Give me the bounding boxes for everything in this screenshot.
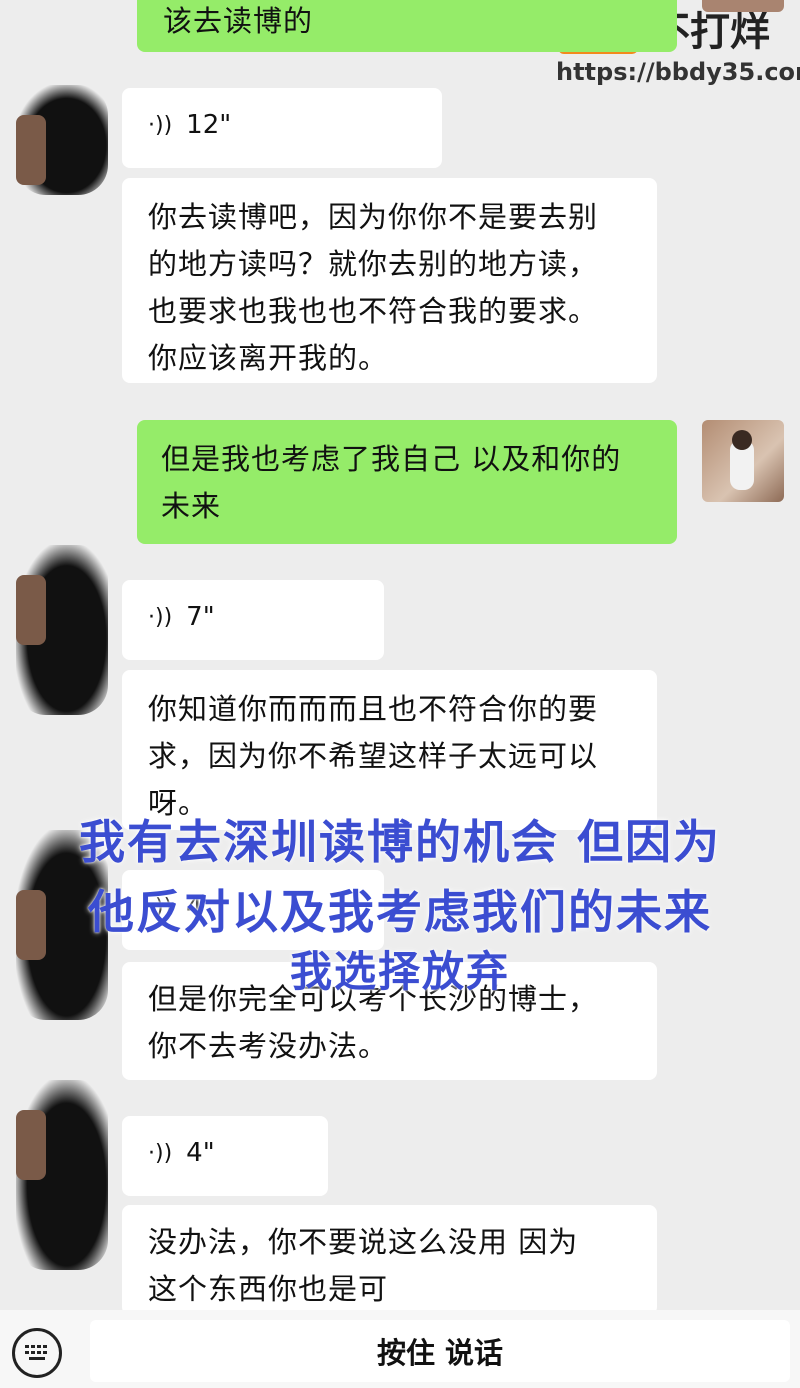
overlay-caption-line: 他反对以及我考虑我们的未来 xyxy=(88,885,712,939)
voice-duration: 12" xyxy=(186,110,232,140)
message-line: 你不去考没办法。 xyxy=(148,1029,389,1063)
message-line: 你去读博吧，因为你你不是要去别 xyxy=(148,200,599,234)
message-line: 的地方读吗？就你去别的地方读， xyxy=(148,247,599,281)
contact-avatar[interactable] xyxy=(16,545,108,715)
voice-message[interactable]: ·)) 4" xyxy=(122,1116,328,1196)
message-line: 没办法，你不要说这么没用 因为 xyxy=(148,1225,579,1259)
overlay-caption-line: 我选择放弃 xyxy=(289,947,510,996)
message-line: 这个东西你也是可 xyxy=(148,1272,389,1306)
hold-to-talk-label: 按住 说话 xyxy=(376,1336,504,1370)
avatar-face xyxy=(16,1110,46,1180)
hold-to-talk-button[interactable]: 按住 说话 xyxy=(90,1320,790,1382)
avatar-face xyxy=(16,115,46,185)
message-bubble-other[interactable]: 没办法，你不要说这么没用 因为 这个东西你也是可 xyxy=(122,1205,657,1315)
message-line: 未来 xyxy=(161,489,222,523)
keyboard-toggle-button[interactable] xyxy=(12,1328,62,1378)
message-text: 该去读博的 xyxy=(163,4,314,38)
self-avatar[interactable] xyxy=(702,420,784,502)
message-bubble-self[interactable]: 但是我也考虑了我自己 以及和你的 未来 xyxy=(137,420,677,544)
message-bubble-self[interactable]: 该去读博的 xyxy=(137,0,677,52)
message-line: 求，因为你不希望这样子太远可以 xyxy=(148,739,599,773)
contact-avatar[interactable] xyxy=(16,85,108,195)
voice-wave-icon: ·)) xyxy=(148,112,173,138)
watermark-url: https://bbdy35.com xyxy=(556,58,800,86)
self-avatar[interactable] xyxy=(702,0,784,12)
avatar-face xyxy=(16,575,46,645)
voice-wave-icon: ·)) xyxy=(148,1140,173,1166)
contact-avatar[interactable] xyxy=(16,1080,108,1270)
keyboard-icon xyxy=(25,1345,47,1360)
message-line: 也要求也我也也不符合我的要求。 xyxy=(148,294,599,328)
voice-wave-icon: ·)) xyxy=(148,604,173,630)
message-bubble-other[interactable]: 你去读博吧，因为你你不是要去别 的地方读吗？就你去别的地方读， 也要求也我也也不… xyxy=(122,178,657,383)
message-line: 你应该离开我的。 xyxy=(148,341,389,375)
voice-duration: 4" xyxy=(186,1138,215,1168)
voice-message[interactable]: ·)) 7" xyxy=(122,580,384,660)
voice-duration: 7" xyxy=(186,602,215,632)
message-line: 你知道你而而而且也不符合你的要 xyxy=(148,692,599,726)
overlay-caption-line: 我有去深圳读博的机会 但因为 xyxy=(78,815,721,869)
message-line: 但是我也考虑了我自己 以及和你的 xyxy=(161,442,622,476)
voice-message[interactable]: ·)) 12" xyxy=(122,88,442,168)
